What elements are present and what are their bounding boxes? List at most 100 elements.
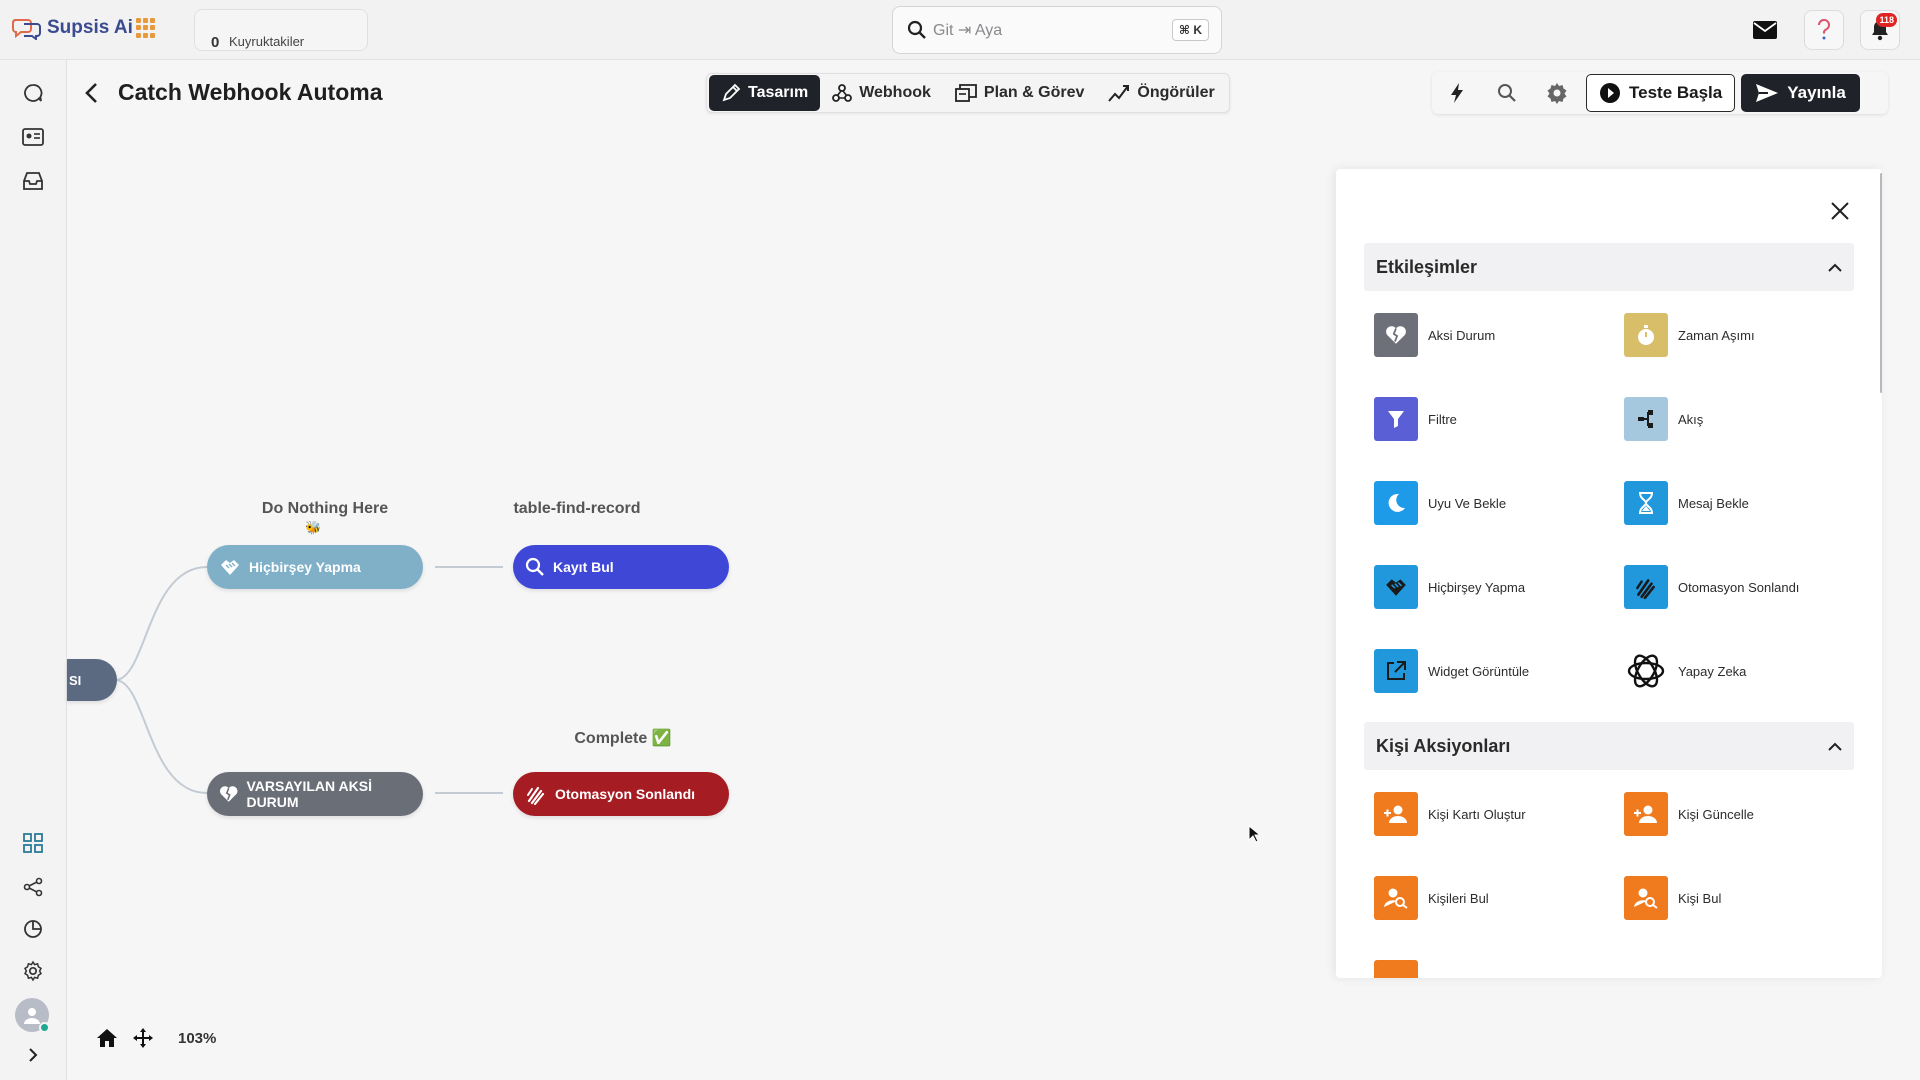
action-label: Kişileri Bul — [1428, 890, 1489, 906]
action-find-contacts[interactable]: Kişileri Bul — [1374, 875, 1614, 921]
node-label: Kayıt Bul — [553, 559, 614, 575]
handshake-icon — [1374, 565, 1418, 609]
action-label: Filtre — [1428, 411, 1457, 427]
action-sleep-wait[interactable]: Uyu Ve Bekle — [1374, 480, 1614, 526]
user-search-icon — [1624, 876, 1668, 920]
queue-count: 0 — [211, 34, 220, 51]
gear-icon — [1547, 83, 1567, 104]
notification-badge: 118 — [1876, 13, 1897, 27]
tab-plan-tasks[interactable]: Plan & Görev — [943, 75, 1096, 111]
move-icon[interactable] — [132, 1027, 154, 1049]
automation-settings-button[interactable] — [1532, 72, 1582, 114]
logo-icon — [12, 19, 41, 40]
queue-widget[interactable]: 0 Kuyruktakiler — [194, 9, 368, 51]
help-button[interactable] — [1804, 10, 1844, 50]
rail-contacts-button[interactable] — [20, 124, 46, 150]
panel-scrollbar[interactable] — [1880, 173, 1882, 393]
rail-reports-button[interactable] — [20, 916, 46, 942]
back-button[interactable] — [84, 82, 100, 109]
tab-insights[interactable]: Öngörüler — [1096, 75, 1226, 111]
stopwatch-icon — [1624, 313, 1668, 357]
section-interactions-header[interactable]: Etkileşimler — [1364, 243, 1854, 291]
chevron-right-icon — [29, 1048, 38, 1062]
action-find-contact[interactable]: Kişi Bul — [1624, 875, 1864, 921]
start-test-button[interactable]: Teste Başla — [1586, 74, 1736, 112]
rail-chat-button[interactable] — [20, 80, 46, 106]
canvas-search-button[interactable] — [1482, 72, 1532, 114]
help-icon — [1817, 19, 1830, 40]
pie-chart-icon — [24, 920, 42, 938]
zoom-level[interactable]: 103% — [178, 1030, 216, 1047]
tab-plan-tasks-label: Plan & Görev — [983, 84, 1085, 101]
node-caption: Complete ✅ — [574, 730, 672, 747]
node-do-nothing[interactable]: Hiçbirşey Yapma — [207, 545, 423, 589]
section-title: Kişi Aksiyonları — [1376, 735, 1511, 756]
flow-root-node[interactable]: SI — [67, 659, 117, 701]
openai-icon — [1624, 649, 1668, 693]
rail-settings-button[interactable] — [20, 958, 46, 984]
action-label: Yapay Zeka — [1678, 663, 1747, 679]
rail-share-button[interactable] — [20, 874, 46, 900]
notifications-button[interactable]: 118 — [1860, 10, 1900, 50]
send-icon — [1756, 84, 1779, 102]
left-rail — [0, 60, 67, 1080]
global-search[interactable]: ⌘ K — [892, 6, 1222, 54]
action-wait-message[interactable]: Mesaj Bekle — [1624, 480, 1864, 526]
home-icon[interactable] — [96, 1028, 118, 1048]
tab-design[interactable]: Tasarım — [709, 75, 821, 111]
action-do-nothing[interactable]: Hiçbirşey Yapma — [1374, 564, 1614, 610]
action-automation-ended[interactable]: Otomasyon Sonlandı — [1624, 564, 1864, 610]
action-timeout[interactable]: Zaman Aşımı — [1624, 312, 1864, 358]
handshake-icon — [221, 560, 239, 575]
user-avatar[interactable] — [15, 998, 50, 1033]
inbox-icon — [23, 172, 43, 190]
lightning-icon — [1451, 83, 1463, 103]
tab-webhook[interactable]: Webhook — [820, 75, 943, 111]
action-label: Uyu Ve Bekle — [1428, 495, 1507, 511]
chat-icon — [24, 84, 43, 102]
play-circle-icon — [1600, 83, 1620, 103]
webhook-icon — [832, 84, 853, 102]
rail-inbox-button[interactable] — [20, 168, 46, 194]
queue-label: Kuyruktakiler — [229, 34, 305, 49]
broken-heart-icon — [219, 786, 238, 802]
close-panel-button[interactable] — [1826, 197, 1854, 225]
action-partial[interactable] — [1374, 959, 1614, 978]
node-label: Otomasyon Sonlandı — [555, 786, 696, 802]
quick-action-button[interactable] — [1432, 72, 1482, 114]
action-label: Widget Görüntüle — [1428, 663, 1530, 679]
filter-icon — [1374, 397, 1418, 441]
action-create-contact[interactable]: Kişi Kartı Oluştur — [1374, 791, 1614, 837]
root-node-label: SI — [69, 672, 82, 688]
action-update-contact[interactable]: Kişi Güncelle — [1624, 791, 1864, 837]
apps-grid-icon[interactable] — [136, 18, 156, 38]
section-contact-actions-header[interactable]: Kişi Aksiyonları — [1364, 722, 1854, 770]
node-find-record[interactable]: Kayıt Bul — [513, 545, 729, 589]
user-search-icon — [1374, 876, 1418, 920]
node-automation-ended[interactable]: Otomasyon Sonlandı — [513, 772, 729, 816]
node-default-else[interactable]: VARSAYILAN AKSİ DURUM — [207, 772, 423, 816]
app-logo[interactable]: Supsis Ai — [12, 16, 133, 40]
dashboard-icon — [23, 833, 43, 853]
mouse-cursor-icon — [1248, 825, 1260, 843]
search-icon — [907, 20, 926, 39]
publish-button[interactable]: Yayınla — [1741, 74, 1860, 112]
expand-rail-button[interactable] — [20, 1042, 46, 1068]
chevron-up-icon — [1828, 742, 1842, 751]
action-flow[interactable]: Akış — [1624, 396, 1864, 442]
search-input[interactable] — [933, 19, 1153, 43]
action-label: Kişi Güncelle — [1678, 806, 1754, 822]
action-label: Mesaj Bekle — [1678, 495, 1749, 511]
action-ai[interactable]: Yapay Zeka — [1624, 648, 1864, 694]
contact-card-icon — [22, 128, 44, 146]
action-label: Kişi Bul — [1678, 890, 1722, 906]
action-show-widget[interactable]: Widget Görüntüle — [1374, 648, 1614, 694]
design-icon — [722, 83, 741, 102]
action-label: Akış — [1678, 411, 1704, 427]
action-else[interactable]: Aksi Durum — [1374, 312, 1614, 358]
rail-dashboard-button[interactable] — [20, 830, 46, 856]
action-filter[interactable]: Filtre — [1374, 396, 1614, 442]
search-shortcut: ⌘ K — [1171, 19, 1209, 41]
chevron-left-icon — [85, 83, 97, 103]
mail-button[interactable] — [1745, 10, 1785, 50]
